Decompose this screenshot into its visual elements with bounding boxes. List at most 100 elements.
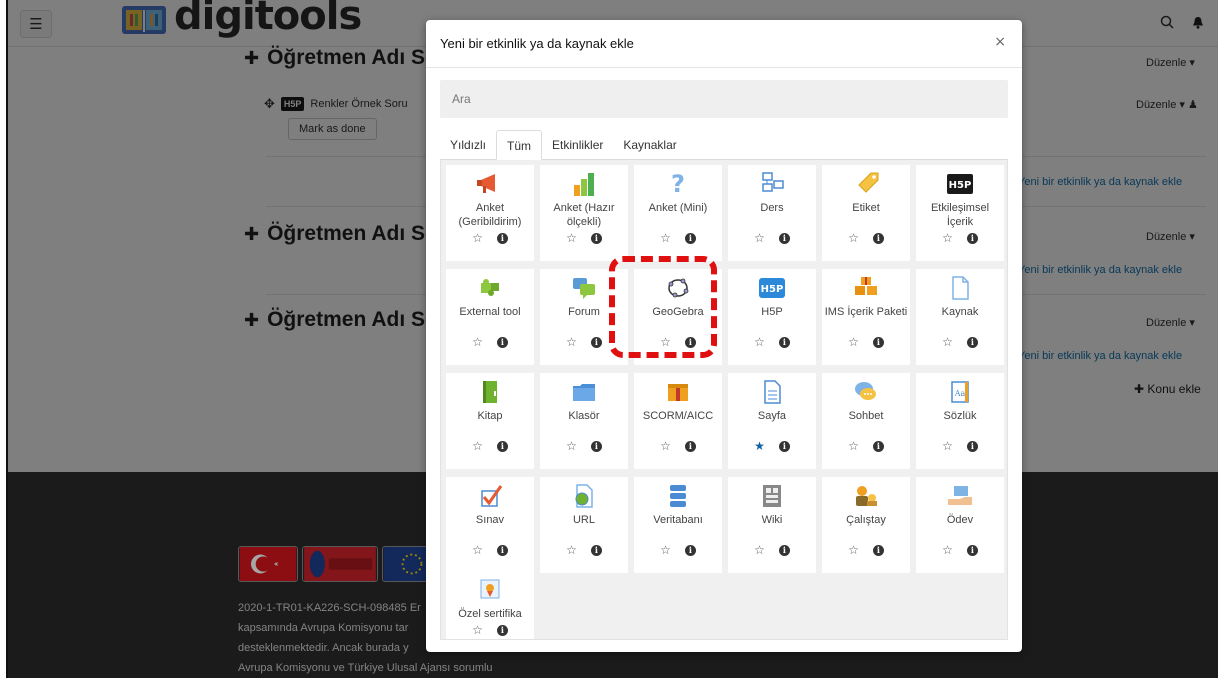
- star-icon[interactable]: ☆: [472, 439, 483, 453]
- activity-tile[interactable]: Anket (Hazır ölçekli) ☆ i: [540, 165, 628, 261]
- info-icon[interactable]: i: [496, 441, 508, 452]
- tab-starred[interactable]: Yıldızlı: [440, 130, 496, 160]
- activity-label: External tool: [459, 306, 521, 318]
- info-icon[interactable]: i: [966, 233, 978, 244]
- activity-tile[interactable]: Ödev ☆ i: [916, 477, 1004, 573]
- star-icon[interactable]: ☆: [848, 439, 859, 453]
- activity-label: Kitap: [477, 410, 503, 422]
- star-icon[interactable]: ☆: [942, 231, 953, 245]
- activity-tile[interactable]: Özel sertifika ☆ i: [446, 571, 534, 639]
- star-icon[interactable]: ☆: [472, 543, 483, 557]
- activity-tile[interactable]: Kaynak ☆ i: [916, 269, 1004, 365]
- info-icon[interactable]: i: [872, 545, 884, 556]
- activity-tile[interactable]: Etiket ☆ i: [822, 165, 910, 261]
- activity-tile[interactable]: Sohbet ☆ i: [822, 373, 910, 469]
- activity-tile[interactable]: Sınav ☆ i: [446, 477, 534, 573]
- star-icon[interactable]: ☆: [942, 439, 953, 453]
- star-icon[interactable]: ★: [754, 439, 765, 453]
- info-icon[interactable]: i: [966, 337, 978, 348]
- activity-tile[interactable]: H5P Etkileşimsel İçerik ☆ i: [916, 165, 1004, 261]
- activity-label: Anket (Mini): [648, 202, 708, 214]
- info-icon[interactable]: i: [778, 233, 790, 244]
- star-icon[interactable]: ☆: [566, 439, 577, 453]
- activity-label: Sözlük: [943, 410, 977, 422]
- info-icon[interactable]: i: [778, 337, 790, 348]
- activity-label: Etiket: [852, 202, 880, 214]
- megaphone-icon: [477, 174, 495, 193]
- tab-activities[interactable]: Etkinlikler: [542, 130, 613, 160]
- star-icon[interactable]: ☆: [754, 231, 765, 245]
- quiz-check-icon: [481, 485, 503, 507]
- info-icon[interactable]: i: [590, 233, 602, 244]
- tab-resources[interactable]: Kaynaklar: [613, 130, 686, 160]
- info-icon[interactable]: i: [496, 545, 508, 556]
- activity-tile[interactable]: External tool ☆ i: [446, 269, 534, 365]
- info-icon[interactable]: i: [684, 441, 696, 452]
- star-icon[interactable]: ☆: [660, 231, 671, 245]
- activity-label: H5P: [761, 306, 783, 318]
- activity-tile[interactable]: Ders ☆ i: [728, 165, 816, 261]
- activity-tile[interactable]: ? Anket (Mini) ☆ i: [634, 165, 722, 261]
- info-icon[interactable]: i: [872, 233, 884, 244]
- star-icon[interactable]: ☆: [566, 543, 577, 557]
- certificate-icon: [480, 579, 500, 599]
- activity-tile[interactable]: Veritabanı ☆ i: [634, 477, 722, 573]
- svg-text:H5P: H5P: [949, 180, 972, 191]
- star-icon[interactable]: ☆: [942, 335, 953, 349]
- activity-label: SCORM/AICC: [642, 410, 714, 422]
- activity-tile[interactable]: Aa Sözlük ☆ i: [916, 373, 1004, 469]
- star-icon[interactable]: ☆: [942, 543, 953, 557]
- search-input[interactable]: [440, 80, 1008, 118]
- activity-label: Wiki: [761, 514, 783, 526]
- activity-tile[interactable]: H5P H5P ☆ i: [728, 269, 816, 365]
- activity-tile[interactable]: Anket (Geribildirim) ☆ i: [446, 165, 534, 261]
- star-icon[interactable]: ☆: [660, 543, 671, 557]
- modal-header: Yeni bir etkinlik ya da kaynak ekle ×: [426, 20, 1022, 68]
- star-icon[interactable]: ☆: [848, 543, 859, 557]
- star-icon[interactable]: ☆: [472, 231, 483, 245]
- star-icon[interactable]: ☆: [848, 335, 859, 349]
- star-icon[interactable]: ☆: [472, 335, 483, 349]
- activity-label: Ödev: [946, 514, 974, 526]
- activity-tile[interactable]: Çalıştay ☆ i: [822, 477, 910, 573]
- workshop-icon: [856, 486, 877, 506]
- info-icon[interactable]: i: [590, 441, 602, 452]
- activity-label: Anket (Hazır ölçekli): [553, 202, 615, 228]
- activity-tile[interactable]: Wiki ☆ i: [728, 477, 816, 573]
- activity-grid: Anket (Geribildirim) ☆ i Anket (Hazır ölç…: [440, 160, 1008, 640]
- info-icon[interactable]: i: [966, 545, 978, 556]
- activity-tile[interactable]: Kitap ☆ i: [446, 373, 534, 469]
- activity-tile[interactable]: Sayfa ★ i: [728, 373, 816, 469]
- star-icon[interactable]: ☆: [660, 439, 671, 453]
- info-icon[interactable]: i: [966, 441, 978, 452]
- info-icon[interactable]: i: [778, 545, 790, 556]
- glossary-icon: Aa: [951, 381, 969, 403]
- star-icon[interactable]: ☆: [754, 543, 765, 557]
- info-icon[interactable]: i: [684, 233, 696, 244]
- star-icon[interactable]: ☆: [754, 335, 765, 349]
- activity-tile[interactable]: IMS İçerik Paketi ☆ i: [822, 269, 910, 365]
- activity-tile[interactable]: SCORM/AICC ☆ i: [634, 373, 722, 469]
- info-icon[interactable]: i: [684, 545, 696, 556]
- info-icon[interactable]: i: [872, 441, 884, 452]
- svg-text:Aa: Aa: [954, 389, 966, 398]
- info-icon[interactable]: i: [872, 337, 884, 348]
- info-icon[interactable]: i: [496, 337, 508, 348]
- info-icon[interactable]: i: [590, 337, 602, 348]
- close-icon[interactable]: ×: [994, 34, 1006, 50]
- info-icon[interactable]: i: [778, 441, 790, 452]
- folder-icon: [573, 384, 595, 401]
- info-icon[interactable]: i: [496, 233, 508, 244]
- flowchart-icon: [762, 172, 784, 192]
- star-icon[interactable]: ☆: [472, 623, 483, 637]
- star-icon[interactable]: ☆: [566, 335, 577, 349]
- star-icon[interactable]: ☆: [566, 231, 577, 245]
- info-icon[interactable]: i: [496, 625, 508, 636]
- info-icon[interactable]: i: [590, 545, 602, 556]
- star-icon[interactable]: ☆: [848, 231, 859, 245]
- activity-chooser-modal: Yeni bir etkinlik ya da kaynak ekle × Yı…: [426, 20, 1022, 652]
- activity-tile[interactable]: Klasör ☆ i: [540, 373, 628, 469]
- activity-tile[interactable]: URL ☆ i: [540, 477, 628, 573]
- tab-all[interactable]: Tüm: [496, 130, 543, 160]
- svg-text:H5P: H5P: [761, 284, 784, 295]
